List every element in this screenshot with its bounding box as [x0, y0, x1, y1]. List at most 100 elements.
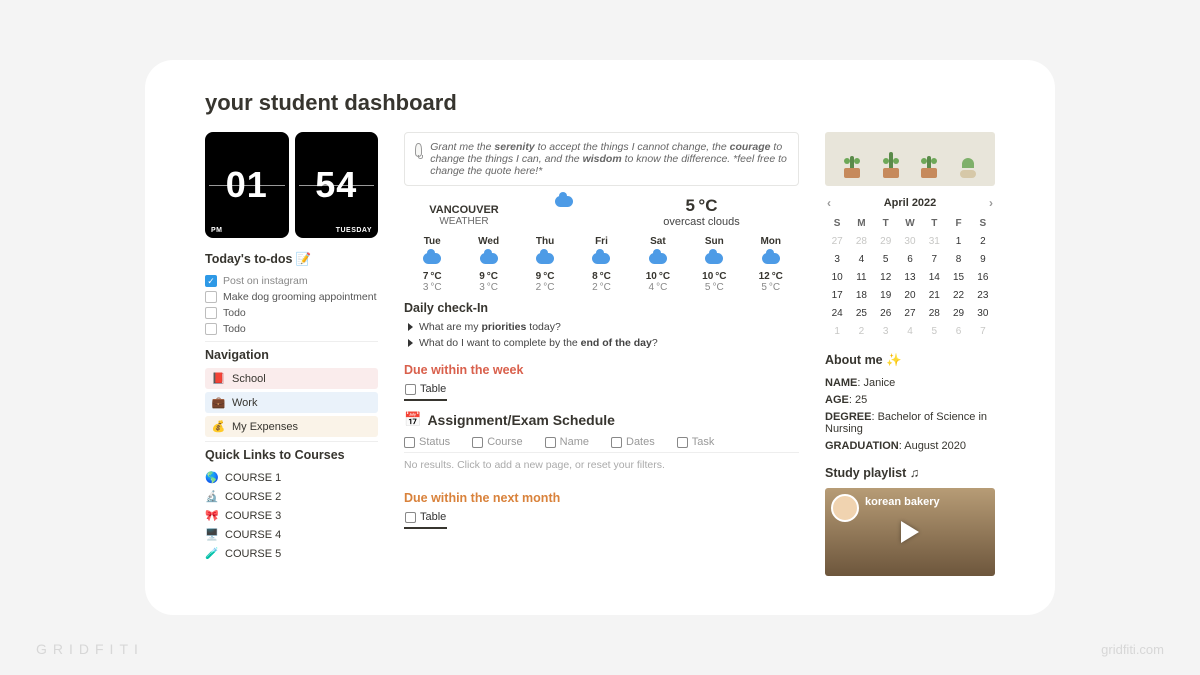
- calendar-day[interactable]: 3: [874, 324, 898, 339]
- calendar-day[interactable]: 14: [922, 270, 946, 285]
- calendar-month-label[interactable]: April 2022: [884, 197, 937, 209]
- calendar-day[interactable]: 21: [922, 288, 946, 303]
- cloud-icon: [404, 253, 460, 267]
- nav-item[interactable]: 📕School: [205, 368, 378, 389]
- course-link[interactable]: 🖥️COURSE 4: [205, 525, 378, 544]
- nav-emoji-icon: 📕: [211, 372, 226, 385]
- quote-callout[interactable]: Grant me the serenity to accept the thin…: [404, 132, 799, 186]
- calendar-day[interactable]: 13: [898, 270, 922, 285]
- calendar-day[interactable]: 25: [849, 306, 873, 321]
- table-icon: [405, 384, 416, 395]
- calendar-day[interactable]: 20: [898, 288, 922, 303]
- calendar-day[interactable]: 4: [849, 252, 873, 267]
- toggle-row[interactable]: What are my priorities today?: [404, 319, 799, 335]
- calendar-day[interactable]: 30: [971, 306, 995, 321]
- calendar-day[interactable]: 12: [874, 270, 898, 285]
- calendar-day[interactable]: 29: [946, 306, 970, 321]
- calendar-day[interactable]: 11: [849, 270, 873, 285]
- calendar-day[interactable]: 23: [971, 288, 995, 303]
- course-link[interactable]: 🌎COURSE 1: [205, 468, 378, 487]
- table-title[interactable]: 📅 Assignment/Exam Schedule: [404, 411, 799, 428]
- calendar-day[interactable]: 30: [898, 234, 922, 249]
- calendar-day[interactable]: 28: [849, 234, 873, 249]
- checkbox-icon[interactable]: ✓: [205, 275, 217, 287]
- cloud-icon: [686, 253, 742, 267]
- view-tab-table-month[interactable]: Table: [404, 511, 447, 529]
- calendar-day[interactable]: 31: [922, 234, 946, 249]
- nav-label: My Expenses: [232, 421, 298, 433]
- checkbox-icon[interactable]: [205, 291, 217, 303]
- calendar-day[interactable]: 9: [971, 252, 995, 267]
- calendar-day[interactable]: 22: [946, 288, 970, 303]
- calendar-prev-icon[interactable]: ‹: [825, 196, 833, 210]
- calendar-day[interactable]: 15: [946, 270, 970, 285]
- forecast-lo: 5 °C: [743, 282, 799, 293]
- view-tab-table[interactable]: Table: [404, 383, 447, 401]
- calendar-day[interactable]: 29: [874, 234, 898, 249]
- calendar-day[interactable]: 1: [825, 324, 849, 339]
- todo-item[interactable]: Todo: [205, 321, 378, 337]
- course-link[interactable]: 🔬COURSE 2: [205, 487, 378, 506]
- column-header[interactable]: Course: [472, 436, 522, 448]
- courses-list: 🌎COURSE 1🔬COURSE 2🎀COURSE 3🖥️COURSE 4🧪CO…: [205, 468, 378, 563]
- forecast-day-name: Sat: [630, 236, 686, 247]
- table-title-emoji: 📅: [404, 411, 421, 428]
- column-header[interactable]: Dates: [611, 436, 655, 448]
- columns: 01 PM 54 TUESDAY Today's to-dos 📝 ✓Post …: [205, 132, 995, 576]
- calendar-next-icon[interactable]: ›: [987, 196, 995, 210]
- course-link[interactable]: 🎀COURSE 3: [205, 506, 378, 525]
- calendar-day[interactable]: 1: [946, 234, 970, 249]
- play-icon: [901, 521, 919, 543]
- calendar-day[interactable]: 18: [849, 288, 873, 303]
- nav-item[interactable]: 💼Work: [205, 392, 378, 413]
- calendar-day[interactable]: 27: [898, 306, 922, 321]
- calendar-day[interactable]: 2: [849, 324, 873, 339]
- column-header[interactable]: Name: [545, 436, 589, 448]
- calendar-day[interactable]: 7: [971, 324, 995, 339]
- toggle-row[interactable]: What do I want to complete by the end of…: [404, 335, 799, 351]
- calendar-day[interactable]: 6: [946, 324, 970, 339]
- todo-item[interactable]: ✓Post on instagram: [205, 273, 378, 289]
- calendar-day[interactable]: 24: [825, 306, 849, 321]
- clock-ampm: PM: [211, 227, 223, 234]
- course-link[interactable]: 🧪COURSE 5: [205, 544, 378, 563]
- calendar-day[interactable]: 10: [825, 270, 849, 285]
- weather-current-temp: 5 °C: [604, 196, 799, 216]
- calendar-day[interactable]: 19: [874, 288, 898, 303]
- column-header[interactable]: Status: [404, 436, 450, 448]
- calendar-day[interactable]: 27: [825, 234, 849, 249]
- calendar-day[interactable]: 2: [971, 234, 995, 249]
- video-thumbnail[interactable]: korean bakery: [825, 488, 995, 576]
- calendar-day[interactable]: 3: [825, 252, 849, 267]
- about-list: NAME: JaniceAGE: 25DEGREE: Bachelor of S…: [825, 374, 995, 454]
- navigation-heading: Navigation: [205, 348, 378, 362]
- checkbox-icon[interactable]: [205, 307, 217, 319]
- calendar-day[interactable]: 28: [922, 306, 946, 321]
- calendar-day[interactable]: 7: [922, 252, 946, 267]
- calendar-day[interactable]: 6: [898, 252, 922, 267]
- todo-item[interactable]: Todo: [205, 305, 378, 321]
- calendar-day[interactable]: 5: [922, 324, 946, 339]
- calendar-weekday-head: M: [849, 216, 873, 231]
- course-label: COURSE 4: [225, 529, 281, 541]
- calendar-day[interactable]: 16: [971, 270, 995, 285]
- table-empty-text[interactable]: No results. Click to add a new page, or …: [404, 453, 799, 477]
- view-tab-label: Table: [420, 511, 446, 523]
- checkbox-icon[interactable]: [205, 323, 217, 335]
- calendar-grid: SMTWTFS272829303112345678910111213141516…: [825, 216, 995, 339]
- forecast-hi: 7 °C: [404, 271, 460, 282]
- calendar-day[interactable]: 17: [825, 288, 849, 303]
- course-label: COURSE 2: [225, 491, 281, 503]
- watermark-right: gridfiti.com: [1101, 642, 1164, 657]
- cloud-icon: [555, 196, 573, 207]
- calendar-day[interactable]: 4: [898, 324, 922, 339]
- calendar-day[interactable]: 5: [874, 252, 898, 267]
- todo-label: Make dog grooming appointment: [223, 291, 377, 303]
- nav-item[interactable]: 💰My Expenses: [205, 416, 378, 437]
- calendar-day[interactable]: 8: [946, 252, 970, 267]
- column-header[interactable]: Task: [677, 436, 715, 448]
- forecast-lo: 3 °C: [460, 282, 516, 293]
- middle-column: Grant me the serenity to accept the thin…: [404, 132, 799, 576]
- calendar-day[interactable]: 26: [874, 306, 898, 321]
- todo-item[interactable]: Make dog grooming appointment: [205, 289, 378, 305]
